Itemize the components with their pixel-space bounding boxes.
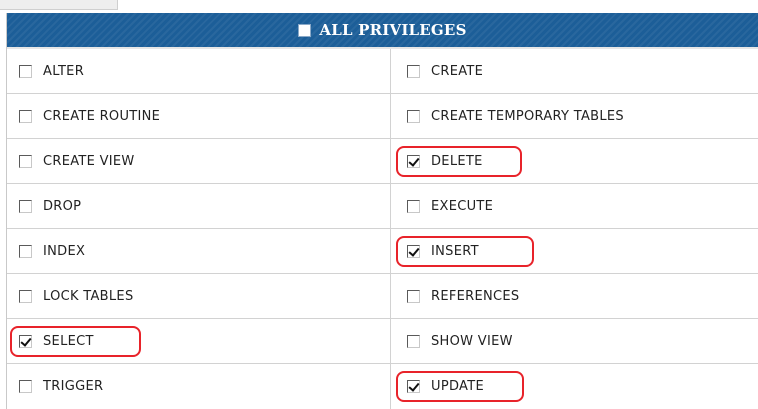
privilege-row-references[interactable]: REFERENCES — [391, 274, 758, 319]
privilege-row-create-routine[interactable]: CREATE ROUTINE — [7, 94, 391, 139]
privilege-row-index[interactable]: INDEX — [7, 229, 391, 274]
privilege-label: CREATE VIEW — [43, 153, 135, 169]
privilege-label: EXECUTE — [431, 198, 494, 214]
privilege-row-execute[interactable]: EXECUTE — [391, 184, 758, 229]
privilege-row-alter[interactable]: ALTER — [7, 49, 391, 94]
privilege-label: TRIGGER — [43, 379, 104, 394]
privilege-label: DELETE — [431, 153, 483, 169]
privilege-label: DROP — [43, 198, 82, 214]
privilege-row-delete[interactable]: DELETE — [391, 139, 758, 184]
privilege-label: ALTER — [43, 63, 85, 79]
privilege-label: CREATE ROUTINE — [43, 108, 161, 124]
privilege-checkbox[interactable] — [19, 334, 32, 348]
privilege-row-create-view[interactable]: CREATE VIEW — [7, 139, 391, 184]
privilege-checkbox[interactable] — [19, 244, 32, 258]
privilege-row-insert[interactable]: INSERT — [391, 229, 758, 274]
privilege-checkbox[interactable] — [407, 109, 420, 123]
privilege-row-update[interactable]: UPDATE — [391, 364, 758, 409]
privilege-checkbox[interactable] — [19, 199, 32, 213]
privilege-checkbox[interactable] — [407, 334, 420, 348]
all-privileges-label: ALL PRIVILEGES — [319, 21, 467, 39]
privilege-checkbox[interactable] — [407, 64, 420, 78]
privilege-label: REFERENCES — [431, 288, 520, 304]
privilege-row-drop[interactable]: DROP — [7, 184, 391, 229]
all-privileges-header[interactable]: ALL PRIVILEGES — [7, 13, 758, 49]
privilege-row-lock-tables[interactable]: LOCK TABLES — [7, 274, 391, 319]
privilege-grid: ALTER CREATE CREATE ROUTINE CREATE TEMPO… — [7, 49, 758, 409]
privilege-checkbox[interactable] — [407, 154, 420, 168]
privilege-checkbox[interactable] — [19, 289, 32, 303]
privilege-checkbox[interactable] — [19, 154, 32, 168]
privilege-checkbox[interactable] — [407, 289, 420, 303]
privilege-label: CREATE — [431, 63, 484, 79]
top-tab — [0, 0, 118, 10]
privilege-checkbox[interactable] — [19, 380, 32, 393]
privilege-checkbox[interactable] — [407, 380, 420, 393]
privilege-checkbox[interactable] — [19, 109, 32, 123]
privilege-row-create[interactable]: CREATE — [391, 49, 758, 94]
privilege-row-create-temporary-tables[interactable]: CREATE TEMPORARY TABLES — [391, 94, 758, 139]
all-privileges-checkbox[interactable] — [298, 23, 312, 37]
privilege-label: INSERT — [431, 243, 479, 259]
privilege-row-trigger[interactable]: TRIGGER — [7, 364, 391, 409]
privilege-label: SELECT — [43, 333, 94, 349]
privilege-label: UPDATE — [431, 379, 484, 394]
privileges-table: ALL PRIVILEGES ALTER CREATE CREATE ROUTI… — [6, 13, 758, 409]
privilege-row-select[interactable]: SELECT — [7, 319, 391, 364]
privilege-checkbox[interactable] — [407, 199, 420, 213]
privilege-checkbox[interactable] — [19, 64, 32, 78]
privilege-row-show-view[interactable]: SHOW VIEW — [391, 319, 758, 364]
privilege-checkbox[interactable] — [407, 244, 420, 258]
privilege-label: CREATE TEMPORARY TABLES — [431, 108, 624, 124]
privilege-label: LOCK TABLES — [43, 288, 134, 304]
privilege-label: INDEX — [43, 243, 86, 259]
privilege-label: SHOW VIEW — [431, 333, 513, 349]
